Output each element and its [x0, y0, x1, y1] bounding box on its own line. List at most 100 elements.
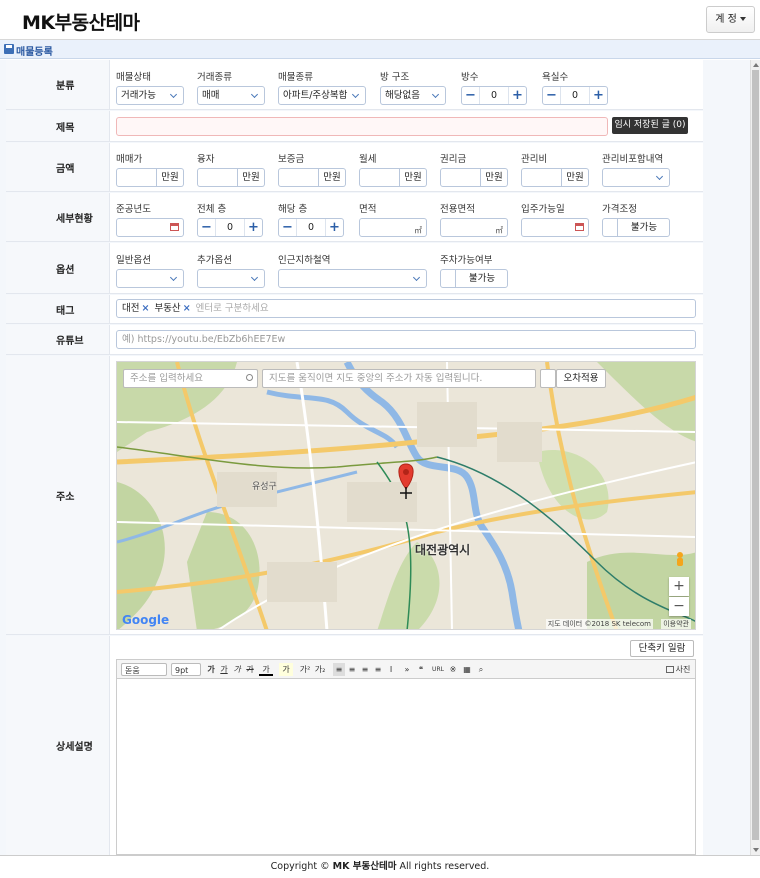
- subway-select[interactable]: [278, 269, 427, 288]
- address-label: 주소: [6, 356, 110, 634]
- photo-button[interactable]: 사진: [662, 663, 694, 676]
- search-icon[interactable]: [246, 374, 253, 381]
- room-structure-select[interactable]: 해당없음: [380, 86, 446, 105]
- align-justify-icon[interactable]: ≡: [372, 663, 384, 676]
- zoom-out-button[interactable]: −: [669, 597, 689, 616]
- sale-price-input[interactable]: [116, 168, 157, 187]
- calendar-icon[interactable]: [170, 223, 179, 231]
- parking-label: 주차가능여부: [440, 255, 493, 266]
- options-label: 옵션: [6, 243, 110, 293]
- tags-input[interactable]: 대전 × 부동산 × 엔터로 구분하세요: [116, 299, 696, 318]
- youtube-input[interactable]: 예) https://youtu.be/EbZb6hEE7Ew: [116, 330, 696, 349]
- checkbox[interactable]: [441, 270, 456, 287]
- brand-logo[interactable]: MK부동산테마: [22, 8, 140, 35]
- exclusive-area-input[interactable]: ㎡: [440, 218, 508, 237]
- find-icon[interactable]: ⌕: [475, 663, 487, 676]
- title-input[interactable]: [116, 117, 608, 136]
- loan-input[interactable]: [197, 168, 238, 187]
- highlight-icon[interactable]: 가: [279, 663, 293, 676]
- move-in-input[interactable]: [521, 218, 589, 237]
- font-family-select[interactable]: 돋움: [121, 663, 167, 676]
- minus-icon[interactable]: −: [543, 87, 561, 104]
- youtube-label: 유튜브: [6, 325, 110, 354]
- floor-stepper[interactable]: −0 +: [278, 218, 344, 237]
- bold-icon[interactable]: 가: [205, 663, 217, 676]
- error-apply-button[interactable]: 오차적용: [556, 369, 606, 388]
- more-icon[interactable]: »: [402, 663, 412, 676]
- plus-icon[interactable]: +: [325, 219, 343, 236]
- table-icon[interactable]: ▦: [461, 663, 473, 676]
- price-adjust-toggle[interactable]: 불가능: [602, 218, 670, 237]
- built-year-input[interactable]: [116, 218, 184, 237]
- options-row: 옵션 일반옵션 추가옵션 인근지하철역 주차가능여부 불가능: [6, 243, 703, 294]
- scroll-down-icon[interactable]: [753, 848, 759, 852]
- total-floor-stepper[interactable]: −0 +: [197, 218, 263, 237]
- extra-option-select[interactable]: [197, 269, 265, 288]
- special-char-icon[interactable]: ※: [447, 663, 459, 676]
- general-option-label: 일반옵션: [116, 255, 151, 266]
- calendar-icon[interactable]: [575, 223, 584, 231]
- strikethrough-icon[interactable]: 가: [244, 663, 256, 676]
- parking-toggle[interactable]: 불가능: [440, 269, 508, 288]
- map-view[interactable]: 주소를 입력하세요 지도를 움직이면 지도 중앙의 주소가 자동 입력됩니다. …: [116, 361, 696, 630]
- chevron-down-icon: [168, 272, 181, 285]
- checkbox[interactable]: [603, 219, 618, 236]
- exclusive-area-unit: ㎡: [495, 226, 503, 235]
- line-height-icon[interactable]: I: [385, 663, 397, 676]
- saved-drafts-button[interactable]: 임시 저장된 글 (0): [612, 117, 688, 134]
- mgmt-fee-input[interactable]: [521, 168, 562, 187]
- mgmt-incl-select[interactable]: [602, 168, 670, 187]
- zoom-in-button[interactable]: +: [669, 577, 689, 596]
- deal-select[interactable]: 매매: [197, 86, 265, 105]
- link-icon[interactable]: URL: [432, 663, 444, 676]
- photo-label: 사진: [675, 665, 691, 674]
- shortcut-list-button[interactable]: 단축키 일람: [630, 640, 694, 657]
- sale-price-label: 매매가: [116, 154, 143, 165]
- map-terms-link[interactable]: 이용약관: [661, 619, 691, 629]
- deposit-input[interactable]: [278, 168, 319, 187]
- baths-stepper[interactable]: −0 +: [542, 86, 608, 105]
- font-size-value: 9pt: [175, 666, 189, 675]
- premium-input[interactable]: [440, 168, 481, 187]
- quote-icon[interactable]: ❝: [415, 663, 427, 676]
- align-left-icon[interactable]: ≡: [333, 663, 345, 676]
- scroll-up-icon[interactable]: [753, 63, 759, 67]
- error-checkbox[interactable]: [540, 369, 556, 388]
- underline-icon[interactable]: 가: [218, 663, 230, 676]
- minus-icon[interactable]: −: [462, 87, 480, 104]
- align-right-icon[interactable]: ≡: [359, 663, 371, 676]
- account-button[interactable]: 계 정: [706, 6, 755, 33]
- scrollbar-thumb[interactable]: [752, 70, 759, 840]
- floor-label: 해당 층: [278, 204, 308, 215]
- district-label: 유성구: [252, 482, 277, 492]
- close-icon[interactable]: ×: [141, 303, 149, 314]
- type-select[interactable]: 아파트/주상복합: [278, 86, 366, 105]
- area-input[interactable]: ㎡: [359, 218, 427, 237]
- price-row: 금액 매매가 만원 융자 만원 보증금 만원 월세 만원 권리금 만원 관리비 …: [6, 143, 703, 192]
- align-center-icon[interactable]: ≡: [346, 663, 358, 676]
- minus-icon[interactable]: −: [279, 219, 297, 236]
- font-color-icon[interactable]: 가: [259, 663, 273, 676]
- room-structure-value: 해당없음: [385, 90, 420, 101]
- superscript-icon[interactable]: 가²: [299, 663, 311, 676]
- page-scrollbar[interactable]: [750, 60, 760, 855]
- italic-icon[interactable]: 가: [231, 663, 243, 676]
- plus-icon[interactable]: +: [244, 219, 262, 236]
- plus-icon[interactable]: +: [508, 87, 526, 104]
- sale-price-unit: 만원: [157, 168, 184, 187]
- address-search-input[interactable]: 주소를 입력하세요: [123, 369, 258, 388]
- plus-icon[interactable]: +: [589, 87, 607, 104]
- map-hint-input[interactable]: 지도를 움직이면 지도 중앙의 주소가 자동 입력됩니다.: [262, 369, 536, 388]
- minus-icon[interactable]: −: [198, 219, 216, 236]
- footer-prefix: Copyright ©: [270, 861, 330, 872]
- close-icon[interactable]: ×: [183, 303, 191, 314]
- status-select[interactable]: 거래가능: [116, 86, 184, 105]
- monthly-rent-input[interactable]: [359, 168, 400, 187]
- description-editor[interactable]: [116, 679, 696, 855]
- general-option-select[interactable]: [116, 269, 184, 288]
- subscript-icon[interactable]: 가₂: [314, 663, 326, 676]
- font-size-select[interactable]: 9pt: [171, 663, 201, 676]
- rooms-stepper[interactable]: −0 +: [461, 86, 527, 105]
- footer: Copyright © MK 부동산테마 All rights reserved…: [0, 855, 760, 877]
- rooms-value: 0: [490, 90, 498, 101]
